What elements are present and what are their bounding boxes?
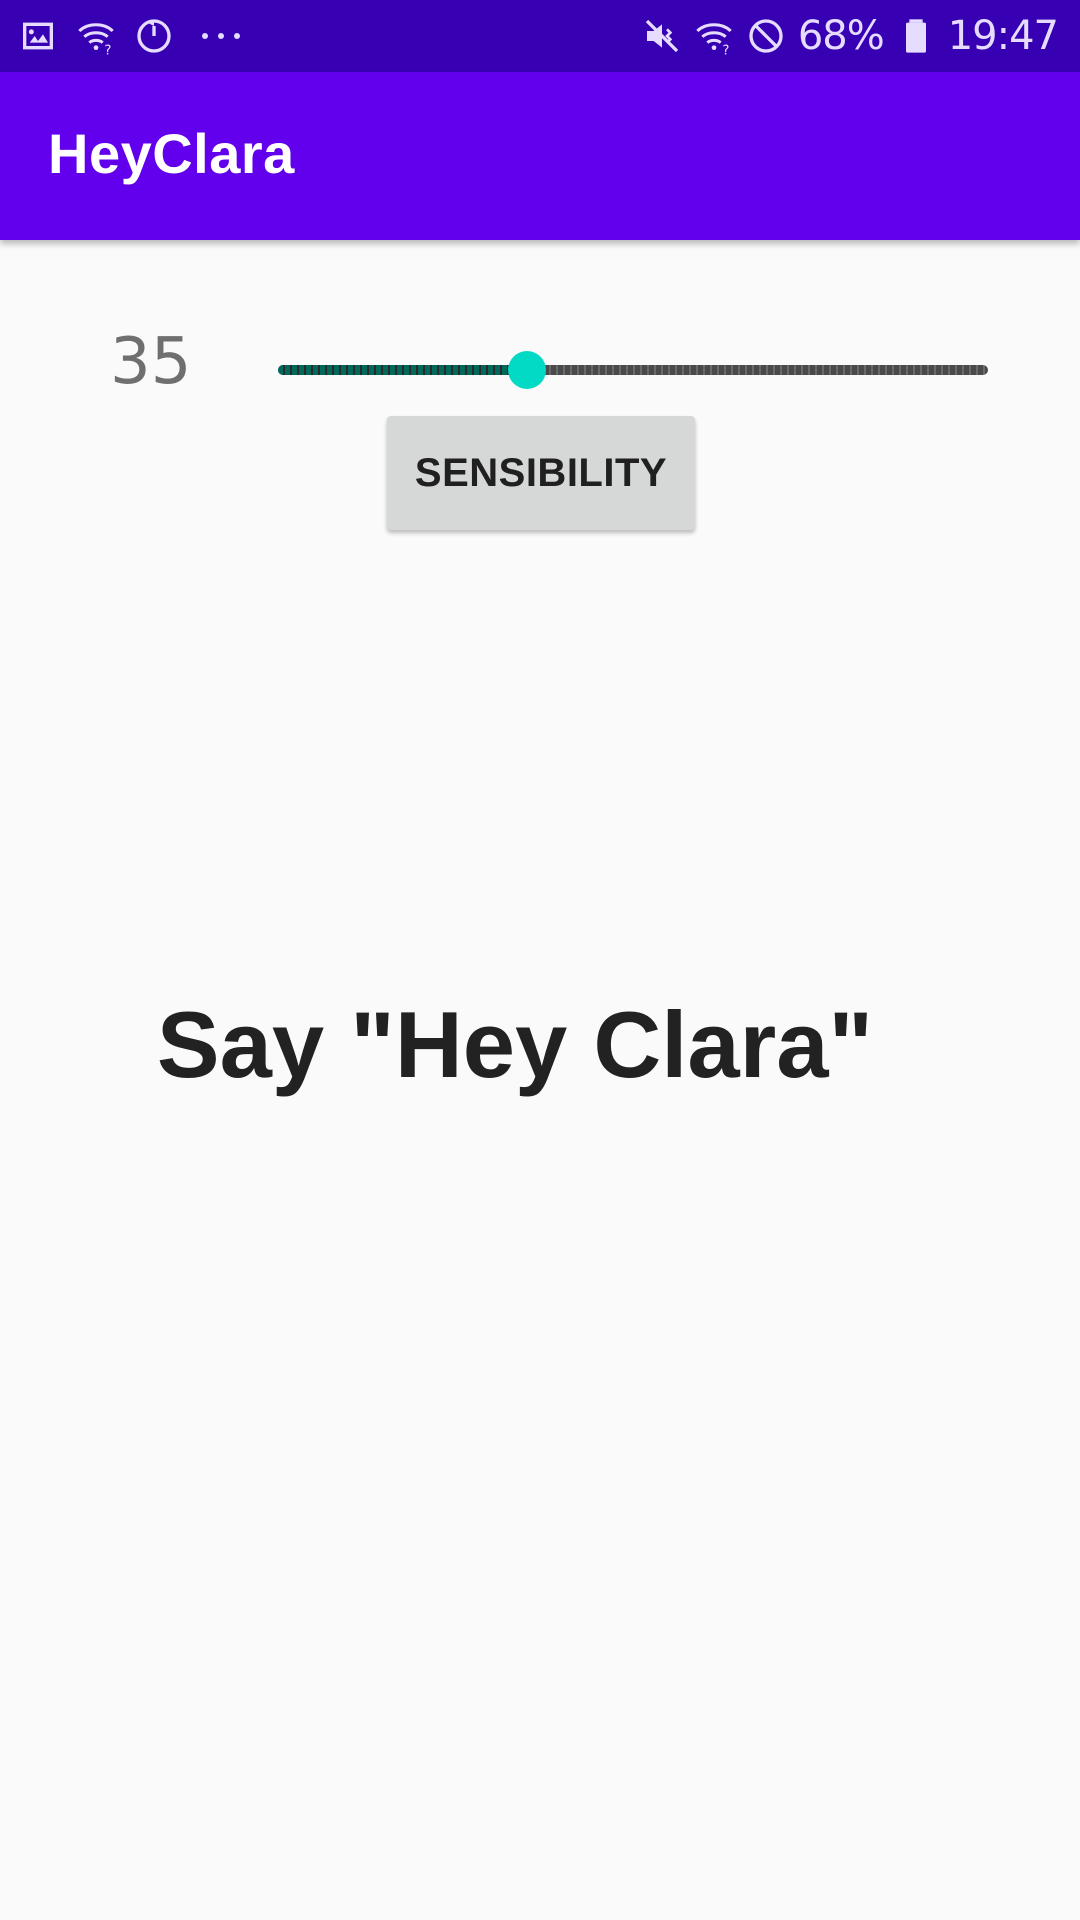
app-bar: HeyClara: [0, 72, 1080, 240]
slider-fill: [278, 365, 527, 375]
wifi-question-icon: ?: [76, 16, 116, 56]
status-bar: ? ? 68% 19:47: [0, 0, 1080, 72]
wifi-icon: ?: [694, 16, 734, 56]
more-dots-icon: [202, 33, 240, 39]
battery-percent: 68%: [797, 13, 885, 59]
clock: 19:47: [947, 13, 1059, 59]
slider-thumb[interactable]: [507, 351, 546, 389]
app-title: HeyClara: [48, 122, 295, 185]
voice-prompt-text: Say "Hey Clara": [156, 992, 874, 1097]
sync-icon: [134, 16, 174, 56]
sensibility-button[interactable]: SENSIBILITY: [387, 416, 695, 530]
status-right-icons: ? 68% 19:47: [642, 12, 1059, 60]
status-left-icons: ?: [18, 16, 240, 56]
mute-vibrate-icon: [642, 16, 682, 56]
gallery-icon: [18, 16, 58, 56]
svg-text:?: ?: [722, 43, 729, 56]
sensitivity-value-label: 35: [110, 325, 192, 399]
do-not-disturb-icon: [746, 16, 786, 56]
battery-icon: [896, 16, 936, 56]
sensitivity-slider[interactable]: [278, 350, 988, 390]
svg-text:?: ?: [104, 43, 111, 56]
